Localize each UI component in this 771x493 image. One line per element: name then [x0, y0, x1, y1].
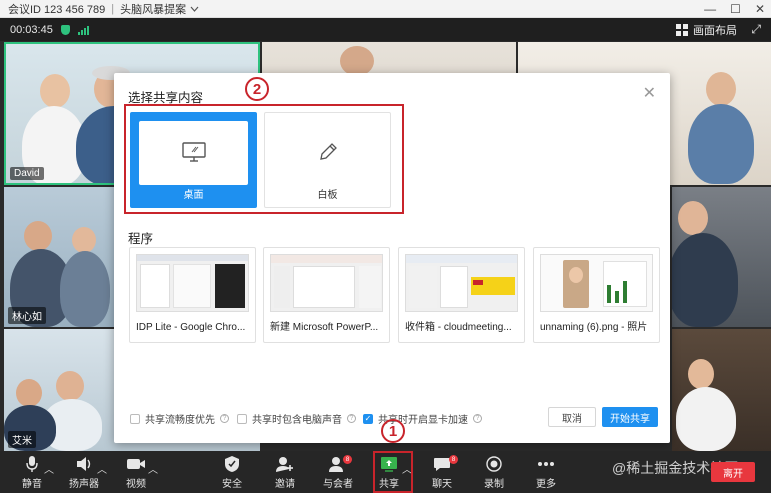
program-thumbnail — [270, 254, 383, 312]
program-card-mail[interactable]: 收件箱 - cloudmeeting... — [398, 247, 525, 343]
layout-label: 画面布局 — [693, 24, 737, 37]
desktop-preview — [139, 121, 248, 185]
monitor-icon — [181, 141, 207, 166]
participant-name: 艾米 — [8, 431, 36, 448]
share-option-desktop[interactable]: 桌面 — [130, 112, 257, 208]
help-icon[interactable]: ? — [473, 414, 482, 423]
chevron-up-icon[interactable]: ︿ — [44, 461, 54, 476]
annotation-step-1: 1 — [381, 419, 405, 443]
fullscreen-icon[interactable]: ⤢ — [751, 22, 761, 37]
program-card-chrome[interactable]: IDP Lite - Google Chro... — [129, 247, 256, 343]
help-icon[interactable]: ? — [220, 414, 229, 423]
close-icon[interactable]: ✕ — [643, 83, 656, 103]
share-option-whiteboard[interactable]: 白板 — [264, 112, 391, 208]
close-icon[interactable]: ✕ — [755, 2, 765, 16]
leave-meeting-button[interactable]: 离开 — [711, 462, 755, 482]
option-label: 白板 — [317, 190, 338, 201]
toolbar-label: 扬声器 — [69, 478, 99, 490]
checkbox[interactable] — [130, 413, 140, 424]
checkbox-smooth-priority[interactable]: 共享流畅度优先 ? — [130, 411, 229, 426]
program-label: unnaming (6).png - 照片 — [540, 322, 648, 333]
meeting-topic[interactable]: 头脑风暴提案 — [120, 1, 186, 17]
whiteboard-preview — [273, 121, 382, 185]
toolbar-label: 视频 — [126, 478, 146, 490]
toolbar-label: 聊天 — [432, 478, 452, 490]
program-label: IDP Lite - Google Chro... — [136, 322, 246, 333]
chevron-up-icon[interactable]: ︿ — [97, 461, 107, 476]
annotation-box — [373, 451, 413, 493]
checkbox-checked[interactable]: ✓ — [363, 413, 373, 424]
layout-button[interactable]: 画面布局 — [676, 18, 737, 41]
video-tile[interactable] — [672, 187, 771, 327]
toolbar-label: 静音 — [22, 478, 42, 490]
annotation-step-2: 2 — [245, 77, 269, 101]
shield-icon — [224, 455, 240, 473]
program-label: 收件箱 - cloudmeeting... — [405, 322, 512, 333]
meeting-id: 会议ID 123 456 789 — [8, 3, 106, 16]
program-card-powerpoint[interactable]: 新建 Microsoft PowerP... — [263, 247, 390, 343]
program-thumbnail — [136, 254, 249, 312]
invite-button[interactable]: 邀请 — [267, 451, 303, 493]
signal-icon — [77, 25, 89, 35]
security-button[interactable]: 安全 — [214, 451, 250, 493]
cancel-button[interactable]: 取消 — [548, 407, 596, 427]
chat-count-badge: 8 — [449, 455, 458, 464]
program-thumbnail — [540, 254, 653, 312]
program-label: 新建 Microsoft PowerP... — [270, 322, 379, 333]
toolbar-label: 邀请 — [275, 478, 295, 490]
title-separator: | — [111, 2, 115, 15]
camera-icon — [126, 455, 146, 473]
program-thumbnail — [405, 254, 518, 312]
start-share-button[interactable]: 开始共享 — [602, 407, 658, 427]
pen-icon — [317, 141, 339, 166]
toolbar-label: 安全 — [222, 478, 242, 490]
checkbox[interactable] — [237, 413, 247, 424]
help-icon[interactable]: ? — [347, 414, 356, 423]
checkbox-label: 共享时包含电脑声音 — [252, 415, 342, 426]
checkbox-gpu-acceleration[interactable]: ✓ 共享时开启显卡加速 ? — [363, 411, 482, 426]
participants-button[interactable]: 与会者 — [318, 451, 358, 493]
programs-section-label: 程序 — [128, 232, 154, 246]
grid-layout-icon — [676, 23, 688, 36]
more-icon — [537, 455, 555, 473]
microphone-icon — [25, 455, 39, 473]
invite-icon — [276, 455, 294, 473]
participant-name: David — [10, 167, 44, 180]
chevron-up-icon[interactable]: ︿ — [148, 461, 158, 476]
option-label: 桌面 — [183, 190, 204, 201]
maximize-icon[interactable]: ☐ — [730, 2, 741, 16]
chevron-down-icon[interactable] — [190, 4, 199, 14]
more-button[interactable]: 更多 — [528, 451, 564, 493]
toolbar-label: 录制 — [484, 478, 504, 490]
share-dialog: 选择共享内容 ✕ 2 桌面 白板 程序 IDP Lite - Google Ch… — [114, 73, 670, 443]
info-bar: 00:03:45 — [0, 18, 771, 41]
video-tile[interactable] — [672, 329, 771, 451]
minimize-icon[interactable]: — — [704, 2, 716, 16]
record-button[interactable]: 录制 — [476, 451, 512, 493]
window-controls: — ☐ ✕ — [704, 0, 765, 18]
program-card-photos[interactable]: unnaming (6).png - 照片 — [533, 247, 660, 343]
speaker-icon — [75, 455, 93, 473]
toolbar-label: 更多 — [536, 478, 556, 490]
participants-count-badge: 8 — [343, 455, 352, 464]
title-bar: 会议ID 123 456 789 | 头脑风暴提案 — [0, 0, 771, 18]
checkbox-label: 共享流畅度优先 — [145, 415, 215, 426]
meeting-timer: 00:03:45 — [10, 23, 53, 36]
participant-name: 林心如 — [8, 307, 46, 324]
checkbox-include-audio[interactable]: 共享时包含电脑声音 ? — [237, 411, 356, 426]
record-icon — [486, 455, 502, 473]
security-shield-icon — [60, 24, 70, 35]
toolbar-label: 与会者 — [323, 478, 353, 490]
